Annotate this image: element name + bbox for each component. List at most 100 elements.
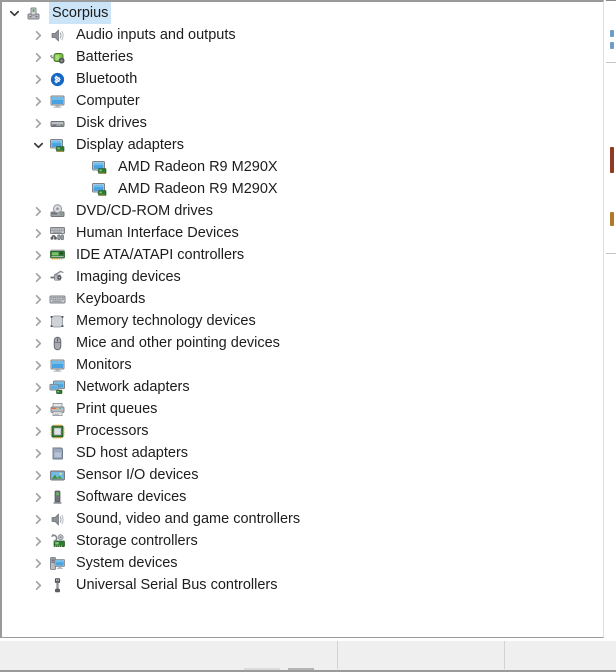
tree-node[interactable]: IDE ATA/ATAPI controllers (2, 244, 603, 266)
tree-node-label: Mice and other pointing devices (76, 335, 280, 351)
tree-node-label: Batteries (76, 49, 134, 65)
tree-node-label: Print queues (76, 401, 158, 417)
chevron-right-icon[interactable] (30, 310, 48, 332)
chevron-right-icon[interactable] (30, 332, 48, 354)
storage-controller-icon (48, 530, 68, 552)
tree-node[interactable]: AMD Radeon R9 M290X (2, 178, 603, 200)
tree-node[interactable]: Sensor I/O devices (2, 464, 603, 486)
tree-node[interactable]: Display adapters (2, 134, 603, 156)
chevron-right-icon[interactable] (30, 46, 48, 68)
monitor-icon (48, 90, 68, 112)
tree-node-label: Human Interface Devices (76, 225, 239, 241)
tree-node-label: Software devices (76, 489, 187, 505)
tree-node[interactable]: AMD Radeon R9 M290X (2, 156, 603, 178)
chevron-right-icon[interactable] (30, 354, 48, 376)
processor-chip-icon (48, 420, 68, 442)
printer-icon (48, 398, 68, 420)
display-adapter-icon (90, 156, 110, 178)
chevron-right-icon[interactable] (30, 552, 48, 574)
speaker-icon (48, 508, 68, 530)
monitor-icon (48, 354, 68, 376)
chevron-right-icon[interactable] (30, 530, 48, 552)
chevron-right-icon[interactable] (30, 376, 48, 398)
chevron-right-icon[interactable] (30, 508, 48, 530)
chevron-right-icon[interactable] (30, 112, 48, 134)
mouse-icon (48, 332, 68, 354)
tree-node[interactable]: Computer (2, 90, 603, 112)
tree-node-label: Keyboards (76, 291, 146, 307)
tree-node[interactable]: Memory technology devices (2, 310, 603, 332)
chevron-right-icon[interactable] (30, 398, 48, 420)
tree-node[interactable]: Software devices (2, 486, 603, 508)
tree-node[interactable]: Audio inputs and outputs (2, 24, 603, 46)
display-adapter-icon (48, 134, 68, 156)
tree-node-label: Audio inputs and outputs (76, 27, 236, 43)
tree-node-label: Imaging devices (76, 269, 181, 285)
network-adapter-icon (48, 376, 68, 398)
tree-node[interactable]: Batteries (2, 46, 603, 68)
status-pane-tertiary (504, 641, 616, 669)
chevron-right-icon[interactable] (30, 244, 48, 266)
tree-node[interactable]: Processors (2, 420, 603, 442)
computer-tower-icon (24, 2, 44, 24)
status-bar (0, 640, 616, 672)
tree-node[interactable]: Scorpius (2, 2, 603, 24)
device-tree[interactable]: Scorpius Audio inputs and outputs Batterie… (2, 2, 603, 596)
hid-icon (48, 222, 68, 244)
chevron-right-icon[interactable] (30, 200, 48, 222)
chevron-right-icon[interactable] (30, 574, 48, 596)
tree-node[interactable]: Bluetooth (2, 68, 603, 90)
tree-node[interactable]: DVD/CD-ROM drives (2, 200, 603, 222)
chevron-down-icon[interactable] (30, 134, 48, 156)
tree-node[interactable]: Imaging devices (2, 266, 603, 288)
tree-node-label: Universal Serial Bus controllers (76, 577, 278, 593)
chevron-right-icon[interactable] (30, 24, 48, 46)
tree-node-label: Storage controllers (76, 533, 198, 549)
software-device-icon (48, 486, 68, 508)
device-tree-panel[interactable]: Scorpius Audio inputs and outputs Batterie… (0, 0, 604, 638)
tree-node-label: DVD/CD-ROM drives (76, 203, 213, 219)
status-pane-secondary (337, 641, 504, 669)
tree-node[interactable]: Network adapters (2, 376, 603, 398)
chevron-right-icon[interactable] (30, 464, 48, 486)
chevron-right-icon[interactable] (30, 222, 48, 244)
tree-node[interactable]: System devices (2, 552, 603, 574)
chevron-right-icon[interactable] (30, 442, 48, 464)
disk-drive-icon (48, 112, 68, 134)
tree-node[interactable]: Human Interface Devices (2, 222, 603, 244)
chevron-right-icon[interactable] (30, 420, 48, 442)
tree-node-label: AMD Radeon R9 M290X (118, 181, 278, 197)
tree-node-label: Sound, video and game controllers (76, 511, 301, 527)
usb-icon (48, 574, 68, 596)
tree-node[interactable]: Storage controllers (2, 530, 603, 552)
tree-node-label: System devices (76, 555, 178, 571)
optical-drive-icon (48, 200, 68, 222)
tree-node[interactable]: Mice and other pointing devices (2, 332, 603, 354)
taskbar-nub-left (244, 668, 280, 672)
sensor-icon (48, 464, 68, 486)
tree-node-label: Display adapters (76, 137, 184, 153)
tree-node-label: SD host adapters (76, 445, 189, 461)
camera-icon (48, 266, 68, 288)
chevron-right-icon[interactable] (30, 486, 48, 508)
tree-node[interactable]: SD host adapters (2, 442, 603, 464)
sd-card-icon (48, 442, 68, 464)
chevron-right-icon[interactable] (30, 68, 48, 90)
chevron-down-icon[interactable] (6, 2, 24, 24)
system-device-icon (48, 552, 68, 574)
tree-node[interactable]: Sound, video and game controllers (2, 508, 603, 530)
tree-node[interactable]: Disk drives (2, 112, 603, 134)
tree-node-label: AMD Radeon R9 M290X (118, 159, 278, 175)
speaker-icon (48, 24, 68, 46)
tree-node[interactable]: Monitors (2, 354, 603, 376)
tree-node-label: Scorpius (49, 2, 112, 24)
tree-node-label: Computer (76, 93, 140, 109)
battery-icon (48, 46, 68, 68)
chevron-right-icon[interactable] (30, 266, 48, 288)
chevron-right-icon[interactable] (30, 90, 48, 112)
tree-node[interactable]: Print queues (2, 398, 603, 420)
tree-node[interactable]: Keyboards (2, 288, 603, 310)
tree-node[interactable]: Universal Serial Bus controllers (2, 574, 603, 596)
taskbar-nub-right (288, 668, 314, 672)
chevron-right-icon[interactable] (30, 288, 48, 310)
